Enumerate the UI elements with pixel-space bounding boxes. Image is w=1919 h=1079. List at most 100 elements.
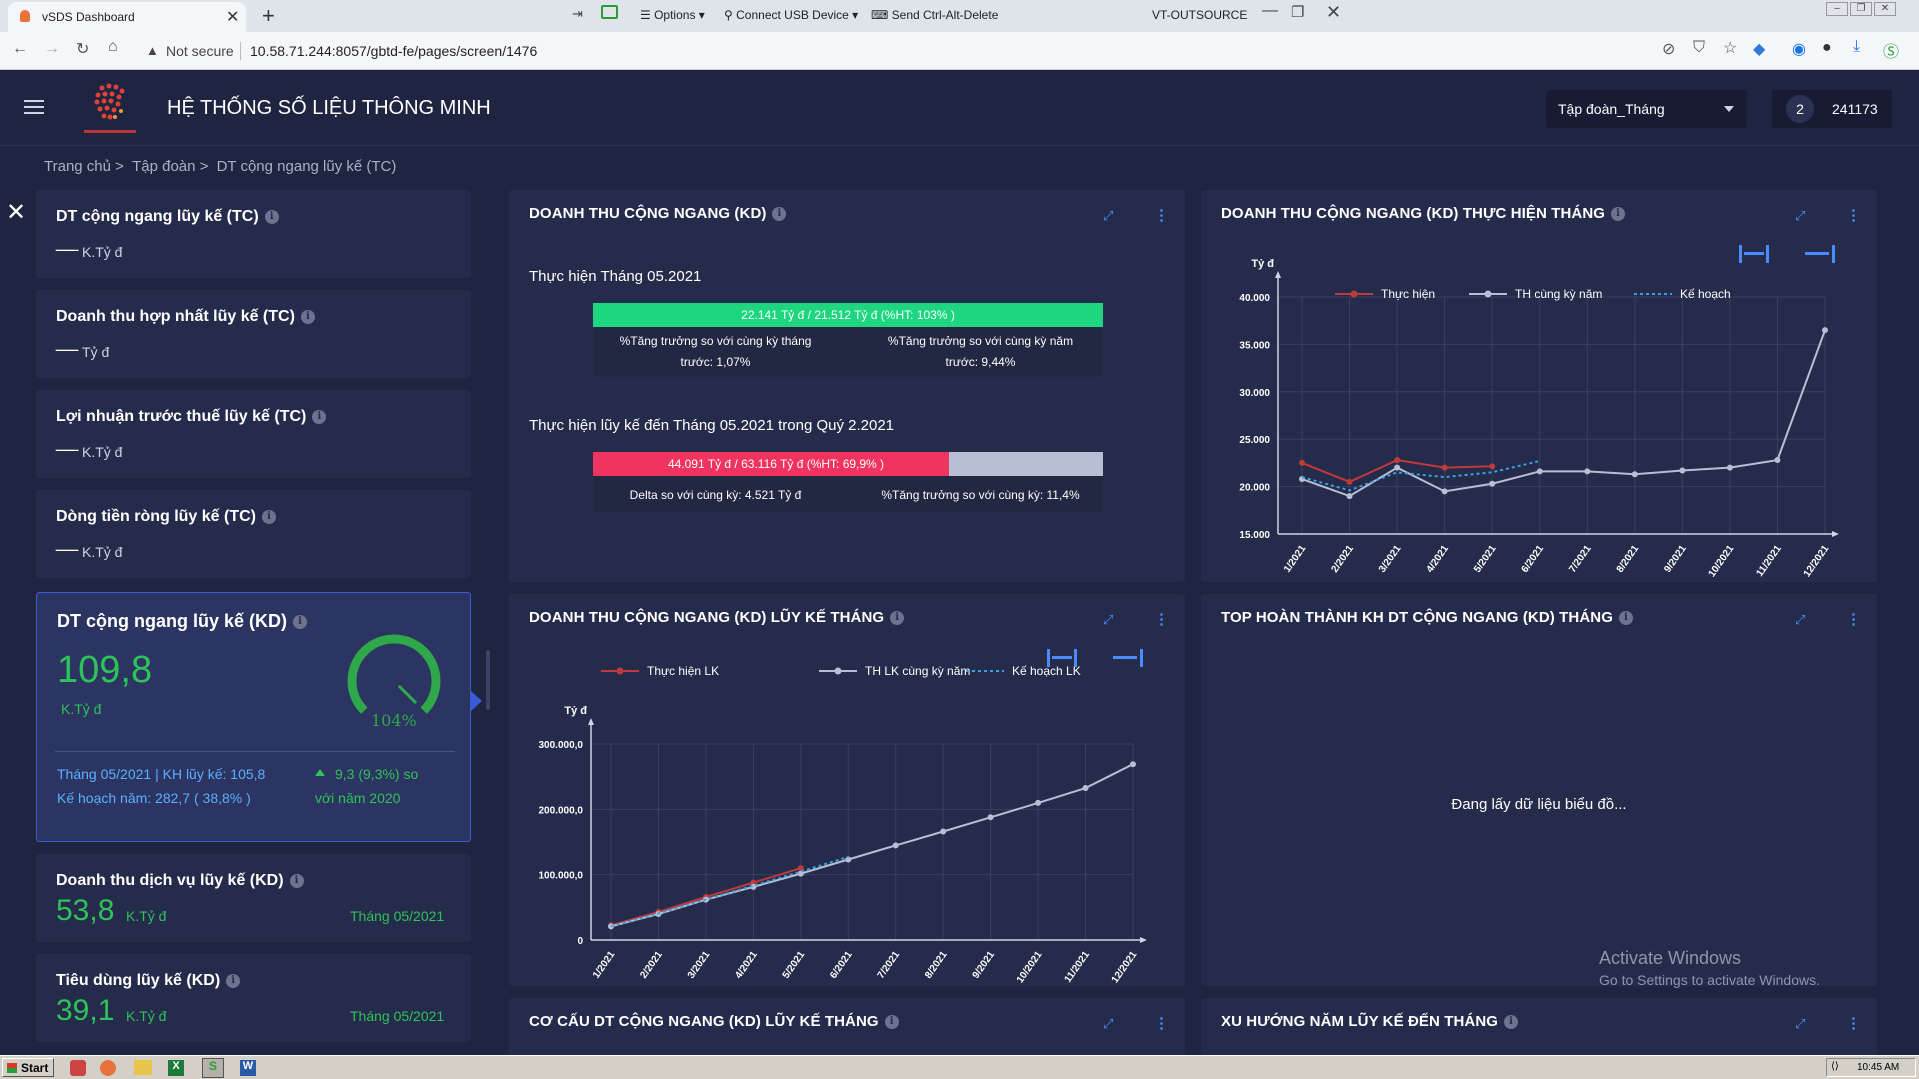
legend-label: Thực hiện xyxy=(1381,287,1435,301)
kpi-card[interactable]: Doanh thu hợp nhất lũy kế (TC) i __ Tỷ đ xyxy=(36,290,471,378)
breadcrumb-home[interactable]: Trang chủ > xyxy=(44,158,124,175)
messenger-icon[interactable]: ◉ xyxy=(1792,39,1806,59)
start-button[interactable]: Start xyxy=(2,1058,54,1077)
kpi-value: __ xyxy=(56,530,79,552)
activate-watermark-text: Go to Settings to activate Windows. xyxy=(1599,972,1820,988)
info-icon[interactable]: i xyxy=(293,615,308,630)
info-icon[interactable]: i xyxy=(226,973,241,988)
app-header: HỆ THỐNG SỐ LIỆU THÔNG MINH Tập đoàn_Thá… xyxy=(0,70,1919,146)
profile-icon[interactable]: ● xyxy=(1822,39,1832,57)
legend-marker xyxy=(834,667,842,675)
gauge-label: 104% xyxy=(371,711,417,730)
x-tick-label: 1/2021 xyxy=(1282,543,1309,575)
kpi-card-active[interactable]: DT cộng ngang lũy kế (KD) i 109,8 K.Tỷ đ … xyxy=(36,592,471,842)
progress-text: 44.091 Tỷ đ / 63.116 Tỷ đ (%HT: 69,9% ) xyxy=(667,457,885,471)
forward-icon[interactable]: → xyxy=(44,40,60,58)
download-icon[interactable]: ⤓ xyxy=(1853,38,1860,56)
extension-icon[interactable]: ◆ xyxy=(1753,39,1765,59)
kpi-card[interactable]: Dòng tiền ròng lũy kế (TC) i __ K.Tỷ đ xyxy=(36,490,471,578)
scope-select[interactable]: Tập đoàn_Tháng xyxy=(1546,90,1747,128)
reload-icon[interactable]: ↻ xyxy=(76,39,89,59)
info-icon[interactable]: i xyxy=(884,1015,899,1030)
app-s-icon[interactable]: S xyxy=(202,1058,224,1078)
expand-icon[interactable]: ⤢ xyxy=(1103,208,1113,224)
expand-icon[interactable]: ⤢ xyxy=(1795,1016,1805,1032)
monitor-icon[interactable] xyxy=(601,5,618,19)
series-point xyxy=(1489,480,1496,487)
shield-icon[interactable]: ⛉ xyxy=(1693,39,1705,57)
url-input[interactable]: 10.58.71.244:8057/gbtd-fe/pages/screen/1… xyxy=(250,43,537,59)
kpi-card[interactable]: Lợi nhuận trước thuế lũy kế (TC) i __ K.T… xyxy=(36,390,471,478)
breadcrumb-group[interactable]: Tập đoàn > xyxy=(132,158,208,175)
y-tick-label: 15.000 xyxy=(1239,530,1270,541)
close-window-icon[interactable]: ✕ xyxy=(1326,2,1341,23)
kpi-card[interactable]: DT cộng ngang lũy kế (TC) i __ K.Tỷ đ xyxy=(36,190,471,278)
breadcrumb-current: DT cộng ngang lũy kế (TC) xyxy=(216,158,397,175)
info-icon[interactable]: i xyxy=(1618,611,1633,626)
word-icon[interactable]: W xyxy=(240,1060,256,1076)
kpi-card[interactable]: Tiêu dùng lũy kế (KD) i 39,1 K.Tỷ đ Tháng… xyxy=(36,954,471,1042)
info-icon[interactable]: i xyxy=(312,409,327,424)
y-tick-label: 25.000 xyxy=(1239,435,1270,446)
series-point xyxy=(1631,471,1638,478)
divider xyxy=(55,751,455,752)
excel-icon[interactable]: X xyxy=(168,1060,184,1076)
series-point xyxy=(1679,467,1686,474)
clock: 10:45 AM xyxy=(1857,1062,1900,1073)
app-icon-1[interactable] xyxy=(70,1060,86,1076)
gauge-arc xyxy=(347,634,441,714)
y-tick-label: 20.000 xyxy=(1239,483,1270,494)
stats-row: Delta so với cùng kỳ: 4.521 Tỷ đ %Tăng t… xyxy=(593,476,1103,512)
extension-s-icon[interactable]: Ⓢ xyxy=(1883,38,1899,62)
more-menu-icon[interactable]: ⋮ xyxy=(1846,610,1861,628)
chart-cumulative: 300.000,0 200.000,0 100.000,0 0 1/2021 2/2021… xyxy=(539,664,1147,985)
security-label[interactable]: Not secure xyxy=(166,43,234,59)
kpi-unit: K.Tỷ đ xyxy=(82,244,123,260)
info-icon[interactable]: i xyxy=(772,207,787,222)
browser-tab[interactable]: vSDS Dashboard ✕ xyxy=(8,2,246,32)
minimize-icon[interactable]: — xyxy=(1262,2,1278,20)
user-box[interactable]: 2 241173 xyxy=(1772,90,1892,128)
close-panel-icon[interactable]: ✕ xyxy=(6,198,26,227)
star-icon[interactable]: ☆ xyxy=(1723,38,1737,58)
expand-icon[interactable]: ⤢ xyxy=(1103,1016,1113,1032)
chart-monthly: 40.000 35.000 30.000 25.000 20.000 15.000 1/20… xyxy=(1239,258,1839,579)
info-icon[interactable]: i xyxy=(264,209,279,224)
outer-restore-icon[interactable]: ❐ xyxy=(1850,2,1872,16)
series-point xyxy=(1082,785,1089,792)
restore-icon[interactable]: ❐ xyxy=(1291,3,1304,21)
info-icon[interactable]: i xyxy=(1504,1015,1519,1030)
usb-menu[interactable]: ⚲ Connect USB Device ▾ xyxy=(724,8,858,22)
kpi-period: Tháng 05/2021 xyxy=(350,908,445,924)
kpi-title: DT cộng ngang lũy kế (KD) xyxy=(57,611,288,631)
info-icon[interactable]: i xyxy=(289,873,304,888)
new-tab-button[interactable]: + xyxy=(262,3,275,29)
more-menu-icon[interactable]: ⋮ xyxy=(1154,206,1169,224)
options-menu[interactable]: ☰ Options ▾ xyxy=(640,8,705,22)
expand-icon[interactable]: ⤢ xyxy=(1795,612,1805,628)
kpi-card[interactable]: Doanh thu dịch vụ lũy kế (KD) i 53,8 K.Tỷ… xyxy=(36,854,471,942)
favicon-icon xyxy=(20,10,30,22)
more-menu-icon[interactable]: ⋮ xyxy=(1154,1014,1169,1032)
close-tab-icon[interactable]: ✕ xyxy=(226,7,239,27)
send-cad-button[interactable]: ⌨ Send Ctrl-Alt-Delete xyxy=(871,8,998,22)
tray-arrow-icon[interactable]: ⟨⟩ xyxy=(1831,1061,1839,1072)
x-tick-label: 9/2021 xyxy=(1662,543,1689,575)
left-scrollbar[interactable] xyxy=(486,650,490,710)
kpi-detail-line1: Tháng 05/2021 | KH lũy kế: 105,8 xyxy=(57,766,266,782)
breadcrumb: Trang chủ > Tập đoàn > DT cộng ngang lũy… xyxy=(44,158,396,175)
more-menu-icon[interactable]: ⋮ xyxy=(1846,1014,1861,1032)
pin-icon[interactable]: ⇥ xyxy=(572,6,583,22)
info-icon[interactable]: i xyxy=(262,509,276,524)
kpi-unit: K.Tỷ đ xyxy=(61,701,102,717)
outer-minimize-icon[interactable]: – xyxy=(1826,2,1848,16)
hamburger-menu-icon[interactable] xyxy=(24,100,44,114)
folder-icon[interactable] xyxy=(134,1060,152,1075)
back-icon[interactable]: ← xyxy=(12,40,28,58)
info-icon[interactable]: i xyxy=(300,309,315,324)
block-icon[interactable]: ⊘ xyxy=(1662,39,1675,59)
browser-app-icon[interactable] xyxy=(100,1060,116,1076)
outer-close-icon[interactable]: ✕ xyxy=(1874,2,1896,16)
home-icon[interactable]: ⌂ xyxy=(108,38,118,56)
panel-monthly-line: DOANH THU CỘNG NGANG (KD) THỰC HIỆN THÁN… xyxy=(1201,190,1877,582)
